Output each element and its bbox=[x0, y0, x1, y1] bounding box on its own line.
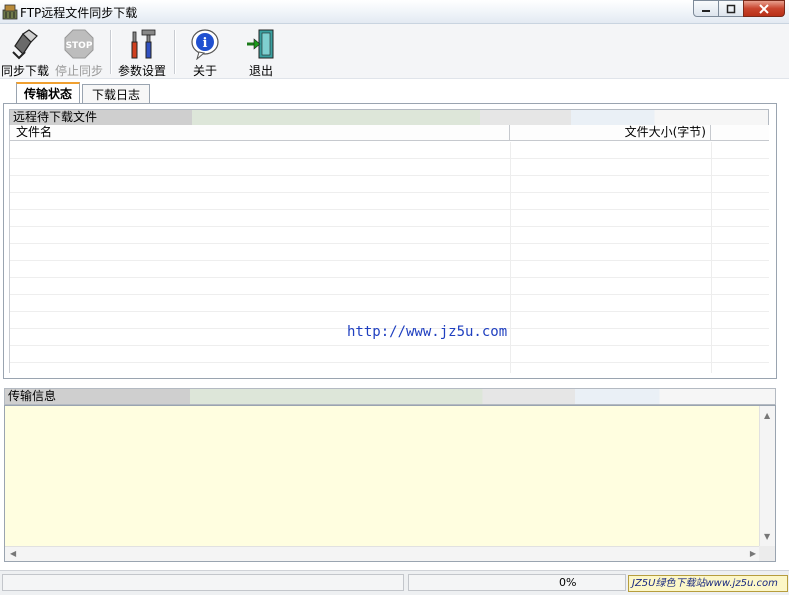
info-icon: i bbox=[191, 29, 219, 60]
column-label: 文件名 bbox=[16, 125, 53, 139]
exit-label: 退出 bbox=[248, 64, 273, 78]
stop-icon: STOP bbox=[64, 29, 94, 59]
sync-download-label: 同步下载 bbox=[1, 64, 50, 78]
status-panel-main bbox=[2, 574, 404, 591]
progress-text: 0% bbox=[559, 576, 577, 589]
scroll-down-icon[interactable]: ▼ bbox=[764, 533, 770, 541]
tab-transfer-status[interactable]: 传输状态 bbox=[16, 82, 80, 103]
svg-text:STOP: STOP bbox=[66, 41, 93, 51]
app-icon bbox=[2, 4, 18, 20]
close-icon bbox=[759, 3, 769, 14]
scroll-right-icon[interactable]: ▶ bbox=[750, 550, 756, 558]
title-bar: FTP远程文件同步下载 bbox=[0, 0, 789, 24]
minimize-button[interactable] bbox=[693, 0, 719, 17]
remote-files-header: 远程待下载文件 bbox=[9, 109, 769, 126]
horizontal-scrollbar[interactable]: ◀ ▶ bbox=[5, 546, 761, 561]
watermark-url: http://www.jz5u.com bbox=[347, 324, 508, 340]
remote-files-title: 远程待下载文件 bbox=[13, 110, 98, 124]
column-label: 文件大小(字节) bbox=[624, 125, 706, 139]
window-title: FTP远程文件同步下载 bbox=[20, 6, 138, 20]
about-button[interactable]: i 关于 bbox=[188, 28, 222, 78]
settings-button[interactable]: 参数设置 bbox=[117, 28, 167, 78]
transfer-info-header: 传输信息 bbox=[4, 388, 776, 405]
site-badge: JZ5U绿色下载站www.jz5u.com bbox=[628, 575, 788, 592]
about-label: 关于 bbox=[192, 64, 217, 78]
svg-text:i: i bbox=[203, 36, 208, 51]
column-header-filename[interactable]: 文件名 bbox=[10, 125, 510, 141]
toolbar-separator bbox=[174, 30, 176, 74]
tab-download-log[interactable]: 下载日志 bbox=[82, 84, 150, 103]
tab-label: 下载日志 bbox=[91, 87, 140, 102]
scrollbar-corner bbox=[759, 546, 775, 561]
settings-tools-icon bbox=[131, 29, 156, 59]
sync-download-button[interactable]: 同步下载 bbox=[1, 28, 49, 78]
scroll-up-icon[interactable]: ▲ bbox=[764, 412, 770, 420]
transfer-info-textarea[interactable]: ▲ ▼ ◀ ▶ bbox=[4, 405, 776, 562]
exit-door-icon bbox=[247, 29, 274, 59]
column-divider bbox=[711, 142, 712, 373]
maximize-button[interactable] bbox=[718, 0, 744, 17]
site-badge-text: JZ5U绿色下载站www.jz5u.com bbox=[632, 578, 778, 589]
settings-label: 参数设置 bbox=[117, 64, 166, 78]
toolbar: 同步下载 STOP 停止同步 参数设置 i 关于 退出 bbox=[0, 24, 789, 79]
tab-label: 传输状态 bbox=[23, 87, 72, 101]
minimize-icon bbox=[702, 9, 710, 12]
toolbar-separator bbox=[110, 30, 112, 74]
scroll-left-icon[interactable]: ◀ bbox=[10, 550, 16, 558]
sync-download-icon bbox=[12, 29, 38, 60]
stop-sync-label: 停止同步 bbox=[55, 64, 104, 78]
exit-button[interactable]: 退出 bbox=[244, 28, 278, 78]
vertical-scrollbar[interactable]: ▲ ▼ bbox=[759, 406, 775, 547]
column-header-extra[interactable] bbox=[711, 125, 769, 141]
list-header: 文件名 文件大小(字节) bbox=[10, 125, 769, 141]
close-button[interactable] bbox=[743, 0, 785, 17]
column-divider bbox=[510, 142, 511, 373]
column-header-filesize[interactable]: 文件大小(字节) bbox=[510, 125, 711, 141]
maximize-icon bbox=[726, 4, 736, 13]
stop-sync-button[interactable]: STOP 停止同步 bbox=[55, 28, 103, 78]
status-progress: 0% bbox=[408, 574, 626, 591]
transfer-info-title: 传输信息 bbox=[8, 389, 57, 403]
